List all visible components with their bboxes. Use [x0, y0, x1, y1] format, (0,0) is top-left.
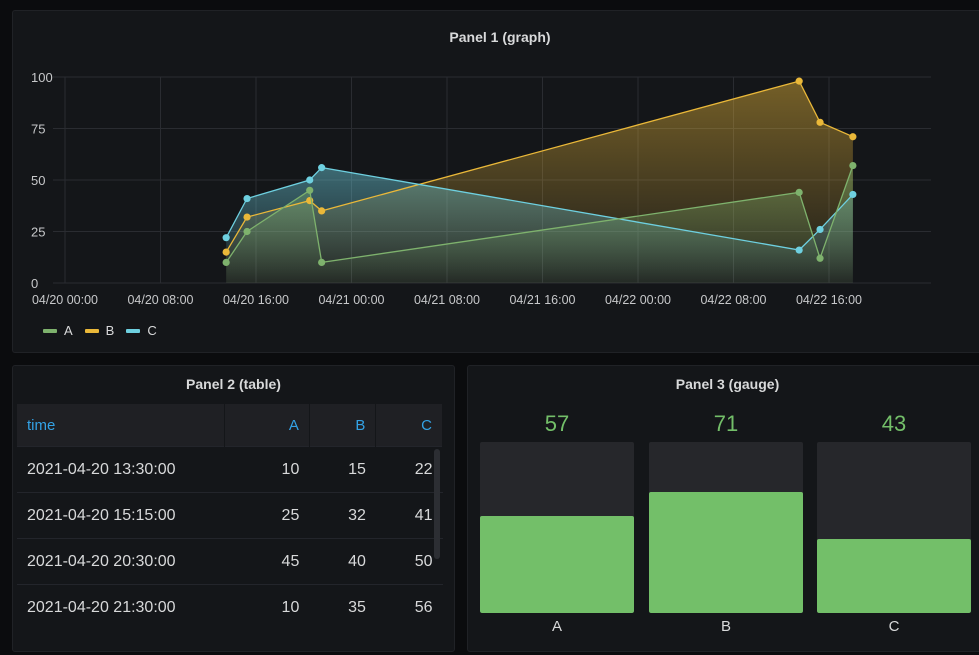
data-point-c: [849, 190, 857, 199]
y-tick-label: 100: [31, 70, 53, 85]
cell-a: 10: [224, 584, 310, 630]
x-tick-label: 04/21 16:00: [509, 293, 575, 307]
data-point-b: [816, 118, 824, 126]
column-header-c[interactable]: C: [375, 404, 443, 447]
cell-b: 40: [309, 538, 376, 585]
cell-time: 2021-04-20 20:30:00: [17, 538, 225, 585]
x-tick-label: 04/20 08:00: [127, 293, 193, 307]
legend-item-c[interactable]: C: [126, 323, 157, 338]
data-point-c: [795, 246, 803, 254]
data-point-b: [222, 248, 230, 256]
gauge-bar-fill-a: [480, 515, 634, 613]
data-point-c: [243, 194, 251, 203]
cell-c: 56: [375, 584, 443, 630]
x-tick-label: 04/20 00:00: [32, 293, 98, 307]
data-point-b: [795, 77, 803, 85]
cell-b: 35: [309, 584, 376, 630]
column-header-time[interactable]: time: [17, 404, 225, 447]
y-tick-label: 75: [31, 122, 45, 137]
x-tick-label: 04/21 00:00: [318, 293, 384, 307]
data-point-c: [816, 225, 824, 234]
data-point-a: [222, 258, 230, 266]
data-point-a: [795, 188, 803, 196]
table-scrollbar[interactable]: [434, 449, 440, 559]
gauge-bar-bg-a: [480, 442, 634, 613]
gauge-value-b: 71: [713, 411, 739, 436]
table-panel[interactable]: Panel 2 (table) time A B C 2021-04-20 13…: [12, 365, 455, 652]
gauge-label-b: B: [720, 618, 731, 635]
cell-c: 50: [375, 538, 443, 585]
column-header-b[interactable]: B: [309, 404, 377, 447]
cell-time: 2021-04-20 13:30:00: [17, 446, 225, 493]
x-tick-label: 04/22 00:00: [605, 293, 671, 307]
legend-item-b[interactable]: B: [84, 323, 115, 338]
y-tick-label: 25: [31, 225, 45, 240]
gauge-bar-fill-c: [817, 539, 971, 613]
legend-item-a[interactable]: A: [43, 323, 73, 338]
data-point-a: [849, 161, 857, 170]
x-tick-label: 04/21 08:00: [414, 293, 480, 307]
data-table: time A B C 2021-04-20 13:30:00 10 15 22 …: [17, 404, 443, 630]
cell-b: 15: [309, 446, 376, 493]
cell-time: 2021-04-20 15:15:00: [17, 492, 225, 539]
table-row: 2021-04-20 21:30:00 10 35 56: [17, 584, 443, 630]
gauge-bar-bg-b: [649, 442, 803, 613]
cell-c: 41: [375, 492, 443, 539]
y-tick-label: 0: [31, 276, 38, 291]
x-tick-label: 04/22 16:00: [796, 293, 862, 307]
legend-swatch-a: [43, 328, 57, 333]
table-row: 2021-04-20 20:30:00 45 40 50: [17, 538, 443, 585]
table-header-row: time A B C: [17, 404, 443, 447]
data-point-a: [816, 254, 824, 262]
data-point-b: [243, 213, 251, 221]
cell-c: 22: [375, 446, 443, 493]
x-tick-label: 04/20 16:00: [223, 293, 289, 307]
data-point-b: [849, 133, 857, 141]
legend-label-b: B: [105, 323, 115, 338]
table-row: 2021-04-20 15:15:00 25 32 41: [17, 492, 443, 539]
graph-legend: A B C: [43, 323, 169, 338]
gauge-label-c: C: [888, 618, 900, 635]
legend-label-a: A: [64, 323, 73, 338]
cell-a: 25: [224, 492, 310, 539]
data-point-c: [222, 234, 230, 242]
graph-panel[interactable]: Panel 1 (graph) 0 25 50 75 100 04/20 00:00 04/…: [12, 10, 979, 353]
gauge-value-a: 57: [544, 411, 570, 436]
cell-time: 2021-04-20 21:30:00: [17, 584, 225, 630]
gauge-bar-fill-b: [649, 491, 803, 613]
column-header-a[interactable]: A: [224, 404, 310, 447]
gauge-panel-title[interactable]: Panel 3 (gauge): [468, 376, 979, 392]
table-panel-title[interactable]: Panel 2 (table): [13, 376, 454, 392]
graph-chart: 0 25 50 75 100 04/20 00:00 04/20 08:00 04/20 16…: [31, 70, 931, 307]
gauge-panel[interactable]: Panel 3 (gauge) 57 A 71 B 43 C: [467, 365, 979, 652]
data-point-c: [306, 176, 314, 184]
cell-a: 10: [224, 446, 310, 493]
data-point-a: [243, 227, 251, 236]
data-point-a: [318, 258, 326, 266]
table-row: 2021-04-20 13:30:00 10 15 22: [17, 446, 443, 493]
x-tick-label: 04/22 08:00: [700, 293, 766, 307]
data-point-c: [318, 164, 326, 172]
cell-a: 45: [224, 538, 310, 585]
data-point-b: [318, 207, 326, 215]
y-tick-label: 50: [31, 173, 45, 188]
legend-swatch-c: [126, 328, 141, 333]
legend-label-c: C: [147, 323, 157, 338]
cell-b: 32: [309, 492, 376, 539]
gauge-label-a: A: [551, 618, 562, 635]
data-point-a: [306, 186, 314, 194]
gauge-value-c: 43: [881, 411, 907, 436]
gauge-bar-bg-c: [817, 442, 971, 613]
legend-swatch-b: [84, 328, 99, 333]
